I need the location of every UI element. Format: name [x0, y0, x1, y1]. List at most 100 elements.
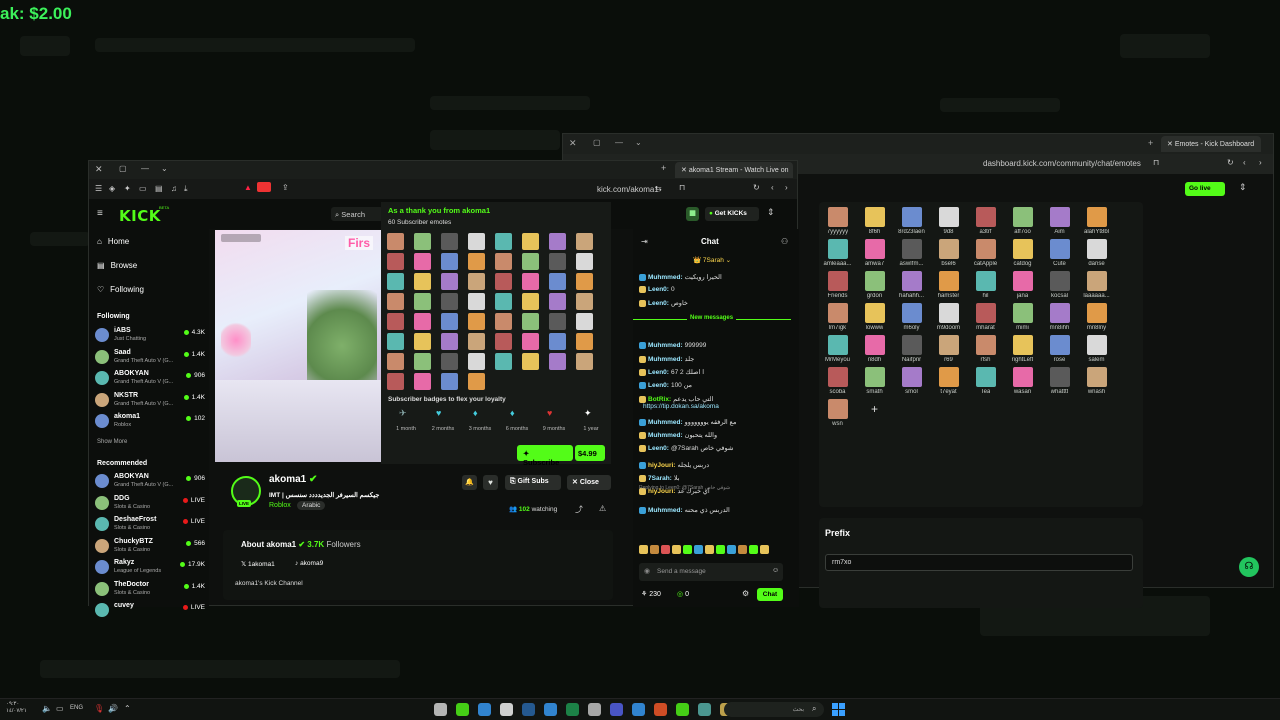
- emote-item[interactable]: Friends: [819, 271, 856, 299]
- brave-shield-icon[interactable]: [257, 182, 271, 192]
- emote-item[interactable]: amleaaa...: [819, 239, 856, 267]
- subscriber-emote[interactable]: [414, 273, 431, 290]
- emote-item[interactable]: MrMeyou: [819, 335, 856, 363]
- subscriber-emote[interactable]: [495, 313, 512, 330]
- chat-username[interactable]: Muhmmed:: [648, 432, 683, 439]
- notepad-icon[interactable]: [698, 703, 711, 716]
- emote-item[interactable]: whatttt: [1041, 367, 1078, 395]
- chat-message-input[interactable]: Send a message: [639, 563, 783, 581]
- subscriber-emote[interactable]: [441, 373, 458, 390]
- translate-icon[interactable]: ⇆: [655, 184, 662, 193]
- add-emote-button[interactable]: +: [856, 399, 893, 427]
- subscriber-emote[interactable]: [468, 373, 485, 390]
- speaker-icon[interactable]: 🔊: [108, 704, 118, 713]
- subscriber-emote[interactable]: [387, 273, 404, 290]
- chat-message[interactable]: Muhmmed: الدربس ذي محنه: [639, 506, 730, 514]
- subscriber-emote[interactable]: [387, 373, 404, 390]
- emote-item[interactable]: 8f6h: [856, 207, 893, 235]
- sidebar-channel[interactable]: ABOKYAN Grand Theft Auto V (G... 906: [95, 369, 207, 389]
- emote-item[interactable]: aswIfm...: [893, 239, 930, 267]
- subscriber-emote[interactable]: [468, 273, 485, 290]
- emoji-picker-icon[interactable]: ☺: [772, 567, 779, 574]
- emote-item[interactable]: 7yyyyyy: [819, 207, 856, 235]
- emote-item[interactable]: Tea: [967, 367, 1004, 395]
- emote-item[interactable]: Naifpnr: [893, 335, 930, 363]
- quick-emote-6[interactable]: [694, 545, 703, 554]
- quick-emote-11[interactable]: [749, 545, 758, 554]
- expand-icon[interactable]: ⇕: [767, 207, 775, 218]
- emote-item[interactable]: alahYt8bl: [1078, 207, 1115, 235]
- mic-icon[interactable]: 🎙: [94, 704, 104, 713]
- subscriber-emote[interactable]: [495, 233, 512, 250]
- subscriber-emote[interactable]: [549, 313, 566, 330]
- subscriber-emote[interactable]: [414, 333, 431, 350]
- reload-icon[interactable]: ↻: [1227, 158, 1234, 167]
- quick-emote-7[interactable]: [705, 545, 714, 554]
- emote-item[interactable]: a3trf: [967, 207, 1004, 235]
- brave-rewards-icon[interactable]: ▲: [244, 183, 252, 192]
- subscriber-emote[interactable]: [549, 333, 566, 350]
- sidebar-channel[interactable]: Rakyz League of Legends 17.9K: [95, 558, 207, 578]
- stream-url[interactable]: kick.com/akoma1: [597, 185, 659, 194]
- emote-item[interactable]: amwa7: [856, 239, 893, 267]
- emote-item[interactable]: aff7oo: [1004, 207, 1041, 235]
- emote-item[interactable]: rose: [1041, 335, 1078, 363]
- subscriber-emote[interactable]: [549, 273, 566, 290]
- subscriber-emote[interactable]: [522, 313, 539, 330]
- subscriber-emote[interactable]: [468, 293, 485, 310]
- window-restore-icon[interactable]: ▢: [593, 138, 601, 147]
- chat-username[interactable]: Leen0:: [648, 369, 669, 376]
- subscriber-emote[interactable]: [522, 293, 539, 310]
- sidebar-channel[interactable]: NKSTR Grand Theft Auto V (G... 1.4K: [95, 391, 207, 411]
- sidebar-channel[interactable]: Saad Grand Theft Auto V (G... 1.4K: [95, 348, 207, 368]
- back-icon[interactable]: ‹: [1243, 158, 1246, 167]
- app-icon[interactable]: [456, 703, 469, 716]
- emote-item[interactable]: rightLeft: [1004, 335, 1041, 363]
- emote-item[interactable]: wnash: [1078, 367, 1115, 395]
- emote-item[interactable]: kocsal: [1041, 271, 1078, 299]
- subscriber-emote[interactable]: [441, 313, 458, 330]
- chat-username[interactable]: Muhmmed:: [648, 507, 683, 514]
- game-icon[interactable]: [544, 703, 557, 716]
- emote-item[interactable]: Aim: [1041, 207, 1078, 235]
- chat-message[interactable]: hiyJouri: دربس يلجله: [639, 461, 709, 469]
- subscriber-emote[interactable]: [414, 233, 431, 250]
- send-chat-button[interactable]: Chat: [757, 588, 783, 601]
- close-icon[interactable]: ✕: [569, 138, 577, 149]
- tray-chevron-icon[interactable]: ⌃: [124, 704, 131, 713]
- emote-item[interactable]: bsel6: [930, 239, 967, 267]
- quick-emote-4[interactable]: [672, 545, 681, 554]
- emote-item[interactable]: smath: [856, 367, 893, 395]
- emote-item[interactable]: smol: [893, 367, 930, 395]
- emote-item[interactable]: 8rd23laen: [893, 207, 930, 235]
- reload-icon[interactable]: ↻: [753, 183, 760, 192]
- wallet-icon[interactable]: ▤: [155, 184, 163, 193]
- quick-emote-1[interactable]: [639, 545, 648, 554]
- emote-item[interactable]: m6oly: [893, 303, 930, 331]
- subscriber-emote[interactable]: [387, 233, 404, 250]
- extensions-icon[interactable]: ✦: [124, 184, 131, 193]
- subscriber-emote[interactable]: [495, 353, 512, 370]
- volume-icon[interactable]: 🔈: [42, 704, 52, 713]
- emote-item[interactable]: r69: [930, 335, 967, 363]
- emote-item[interactable]: jana: [1004, 271, 1041, 299]
- emote-item[interactable]: catdog: [1004, 239, 1041, 267]
- dashboard-url[interactable]: dashboard.kick.com/community/chat/emotes: [983, 159, 1141, 168]
- emote-item[interactable]: m9doom: [930, 303, 967, 331]
- chat-username[interactable]: Muhmmed:: [648, 342, 683, 349]
- bookmark-icon[interactable]: ⊓: [679, 183, 685, 192]
- back-icon[interactable]: ‹: [771, 183, 774, 192]
- report-icon[interactable]: ⚠: [599, 504, 606, 513]
- discord-icon[interactable]: [610, 703, 623, 716]
- download-icon[interactable]: ⤓: [184, 184, 188, 194]
- quick-emote-10[interactable]: [738, 545, 747, 554]
- sidebar-channel[interactable]: akoma1 Roblox 102: [95, 412, 207, 432]
- prefix-input[interactable]: rm7xo: [825, 554, 1133, 571]
- sidebar-channel[interactable]: TheDoctor Slots & Casino 1.4K: [95, 580, 207, 600]
- files-icon[interactable]: [478, 703, 491, 716]
- emote-item[interactable]: mimi: [1004, 303, 1041, 331]
- subscriber-emote[interactable]: [549, 253, 566, 270]
- more-icon[interactable]: ⇕: [1239, 182, 1247, 193]
- channel-name[interactable]: akoma1 ✔: [269, 474, 317, 485]
- subscriber-emote[interactable]: [495, 293, 512, 310]
